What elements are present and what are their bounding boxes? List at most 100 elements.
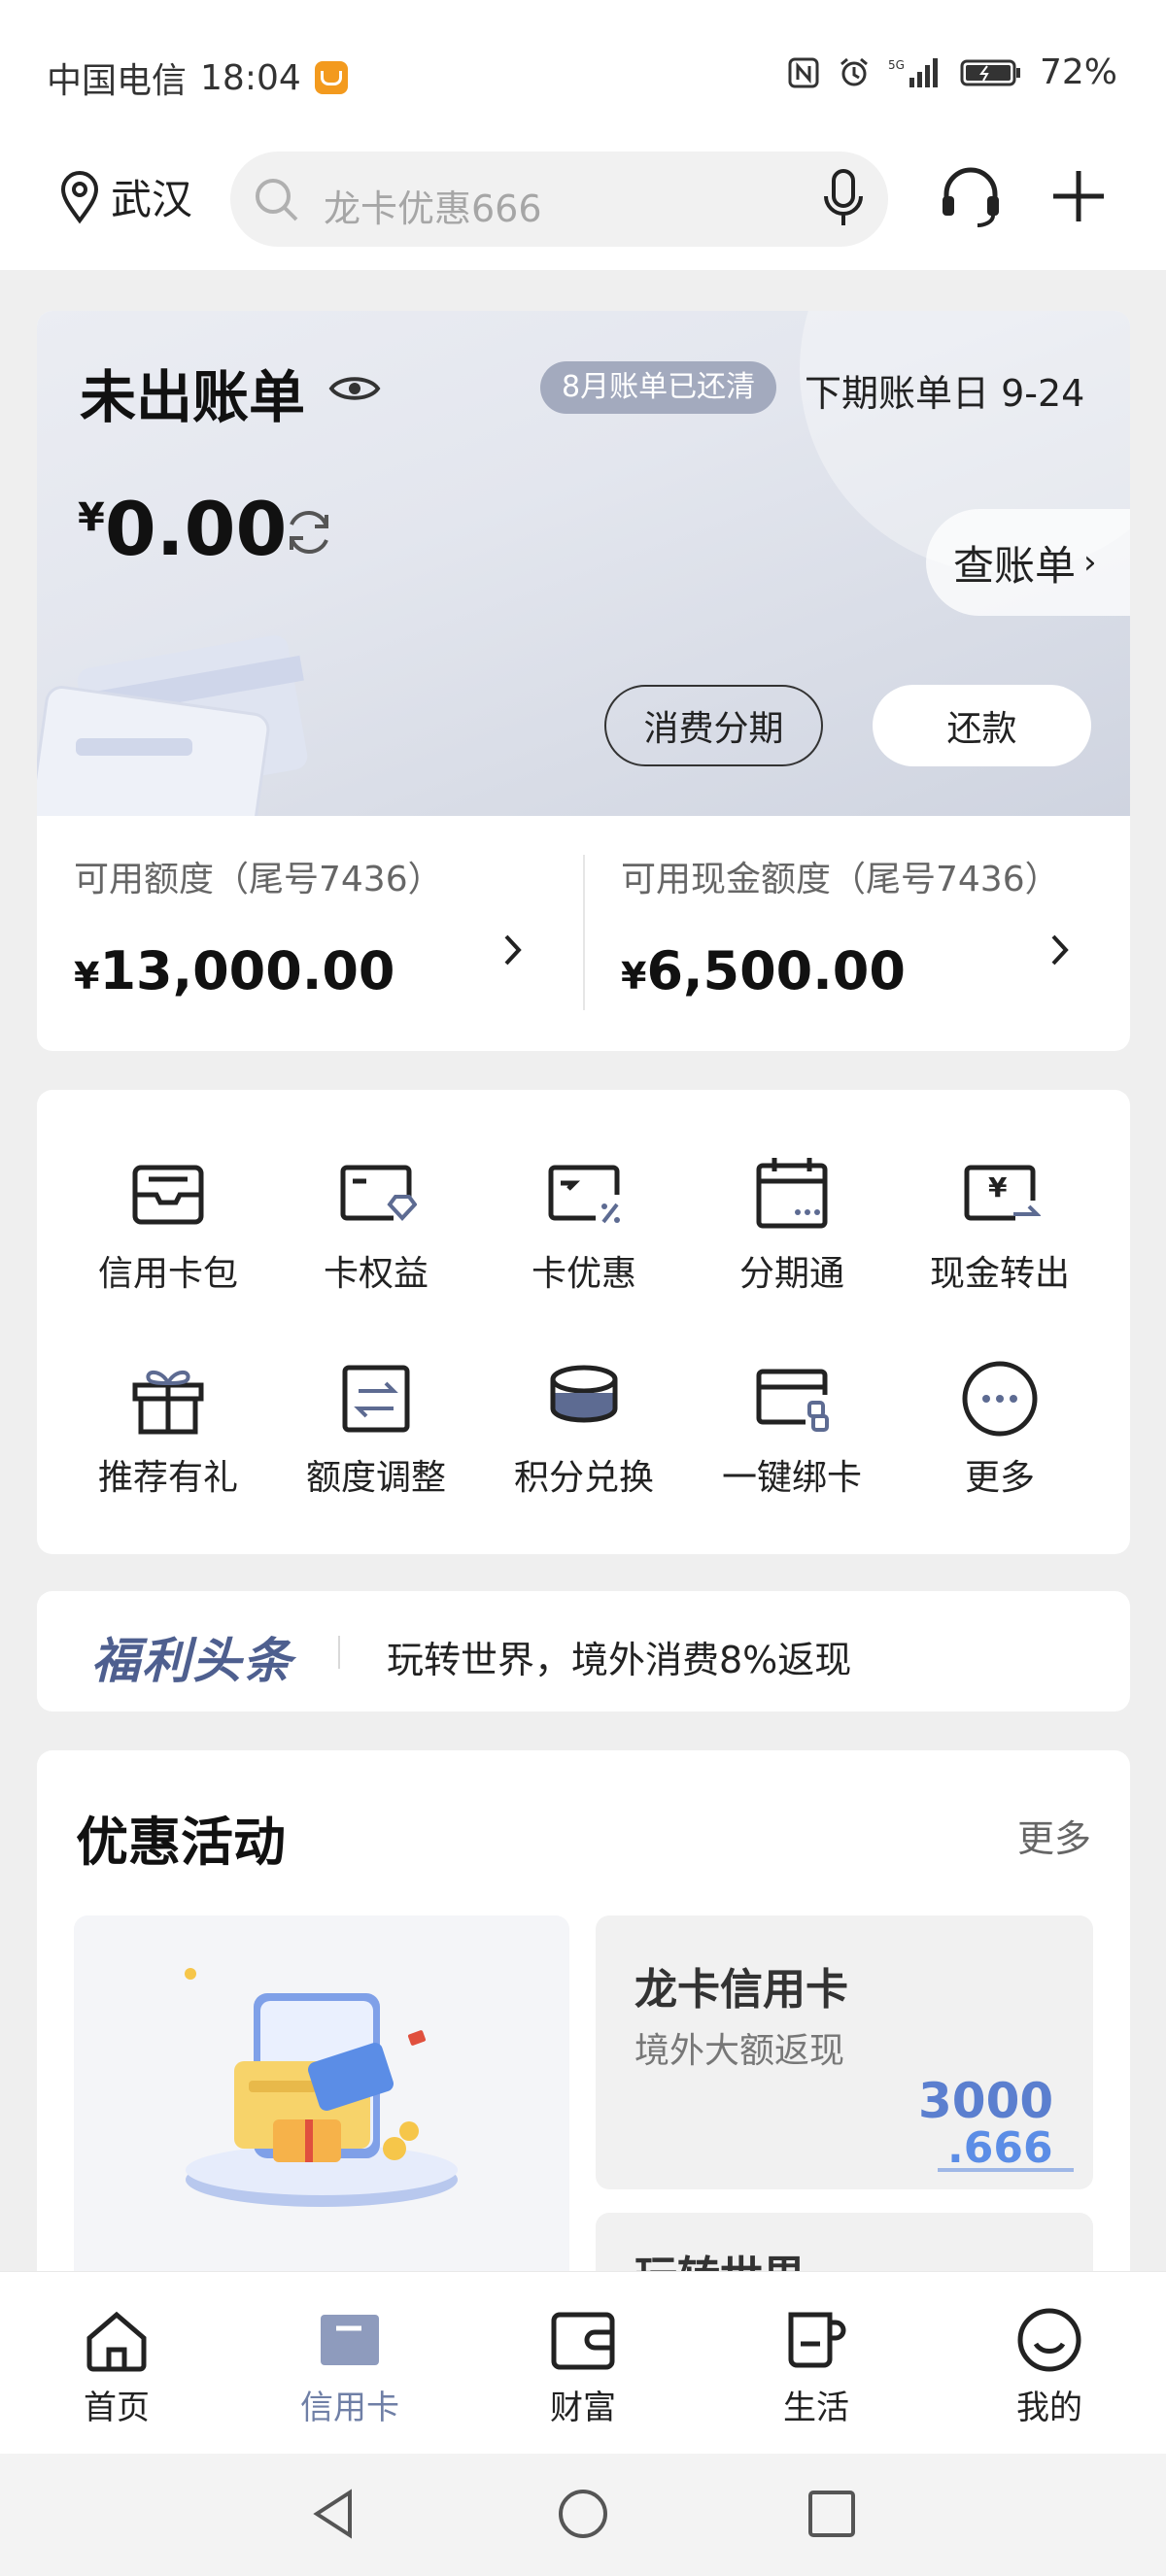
bind-card-icon	[756, 1369, 829, 1432]
next-bill-value: 9-24	[1001, 372, 1085, 415]
section-title: 优惠活动	[76, 1812, 286, 1873]
next-bill-date: 下期账单日 9-24	[805, 363, 1084, 417]
promo-logo-art: 3000 .666	[918, 2073, 1074, 2173]
paid-status-badge: 8月账单已还清	[540, 361, 777, 414]
shortcut-label: 额度调整	[305, 1458, 446, 1498]
shortcut-cash-out[interactable]: ¥ 现金转出	[896, 1154, 1104, 1296]
promo-card-longcard[interactable]: 龙卡信用卡 境外大额返现 3000 .666	[596, 1915, 1093, 2189]
promo-card-installment[interactable]: 手机分期送好礼	[74, 1915, 569, 2294]
shortcut-label: 现金转出	[929, 1254, 1070, 1294]
top-bar: 武汉 龙卡优惠666	[0, 146, 1166, 270]
check-bill-button[interactable]: 查账单 ›	[926, 509, 1130, 616]
more-link[interactable]: 更多	[1017, 1809, 1091, 1862]
search-placeholder: 龙卡优惠666	[324, 187, 542, 230]
bill-summary: 未出账单 8月账单已还清 下期账单日 9-24 ¥0.00 查账单 › 消费分期…	[37, 311, 1130, 816]
repay-button[interactable]: 还款	[873, 685, 1091, 766]
nav-label: 首页	[84, 2389, 150, 2427]
installment-button[interactable]: 消费分期	[604, 685, 823, 766]
recents-icon[interactable]	[805, 2487, 859, 2541]
svg-text:.666: .666	[947, 2123, 1053, 2173]
available-cash-credit[interactable]: 可用现金额度（尾号7436） ¥6,500.00	[584, 816, 1130, 1051]
available-credit[interactable]: 可用额度（尾号7436） ¥13,000.00	[37, 816, 583, 1051]
shortcut-card-wallet[interactable]: 信用卡包	[64, 1154, 272, 1296]
available-credit-value: ¥13,000.00	[74, 940, 395, 1001]
battery-icon	[960, 59, 1020, 85]
refresh-icon[interactable]	[282, 505, 336, 559]
add-icon[interactable]	[1049, 167, 1108, 225]
microphone-icon[interactable]	[822, 169, 865, 229]
cash-out-icon: ¥	[964, 1165, 1041, 1221]
cash-credit-amount: 6,500.00	[646, 940, 906, 1001]
signal-icon: 5G	[888, 57, 938, 87]
search-input[interactable]: 龙卡优惠666	[230, 152, 888, 247]
shortcut-card-discount[interactable]: 卡优惠	[480, 1154, 688, 1296]
headline-text: 玩转世界，境外消费8%返现	[387, 1639, 852, 1681]
nav-label: 信用卡	[300, 2389, 399, 2427]
gift-icon	[132, 1371, 204, 1435]
phone-gift-illustration	[185, 1968, 458, 2207]
promo-card-subtitle: 境外大额返现	[634, 2031, 845, 2071]
card-wallet-icon	[132, 1165, 204, 1225]
smile-icon	[1017, 2308, 1081, 2372]
clock: 18:04	[200, 57, 301, 98]
shortcut-label: 卡优惠	[531, 1254, 636, 1294]
cash-credit-value: ¥6,500.00	[621, 940, 906, 1001]
chevron-right-icon: ›	[1083, 543, 1097, 582]
status-bar-left: 中国电信 18:04	[47, 52, 348, 103]
nav-label: 财富	[550, 2389, 616, 2427]
back-icon[interactable]	[307, 2487, 361, 2541]
chevron-right-icon	[504, 934, 522, 966]
shortcut-bind-card[interactable]: 一键绑卡	[688, 1358, 896, 1500]
shortcut-adjust-limit[interactable]: 额度调整	[272, 1358, 480, 1500]
card-benefit-icon	[340, 1165, 417, 1221]
shortcut-points[interactable]: 积分兑换	[480, 1358, 688, 1500]
customer-service-icon[interactable]	[939, 165, 1003, 229]
shortcut-label: 推荐有礼	[97, 1458, 238, 1498]
location-selector[interactable]: 武汉	[58, 167, 192, 226]
carrier-name: 中国电信	[47, 61, 188, 101]
nav-mine[interactable]: 我的	[952, 2305, 1147, 2428]
search-icon	[256, 179, 298, 221]
available-credit-label: 可用额度（尾号7436）	[74, 860, 443, 899]
shortcut-label: 卡权益	[323, 1254, 429, 1294]
credit-cards-illustration	[37, 635, 308, 816]
nav-life[interactable]: 生活	[719, 2305, 913, 2428]
location-pin-icon	[60, 170, 99, 223]
status-bar-right: 5G 72%	[787, 52, 1117, 92]
nav-credit-card[interactable]: 信用卡	[253, 2305, 447, 2428]
shortcut-card-benefit[interactable]: 卡权益	[272, 1154, 480, 1296]
headline-brand: 福利头条	[91, 1633, 293, 1689]
coins-icon	[550, 1365, 618, 1423]
calendar-icon	[756, 1158, 828, 1229]
next-bill-label: 下期账单日	[805, 372, 990, 415]
bottom-navigation: 首页 信用卡 财富 生活 我的	[0, 2271, 1166, 2454]
shortcut-label: 分期通	[738, 1254, 844, 1294]
shortcut-more[interactable]: 更多	[896, 1358, 1104, 1500]
shortcut-label: 更多	[964, 1458, 1035, 1498]
divider	[338, 1636, 340, 1669]
cup-icon	[788, 2312, 846, 2368]
nav-label: 生活	[783, 2389, 849, 2427]
home-icon	[86, 2311, 147, 2372]
currency-symbol: ¥	[74, 955, 100, 998]
shortcut-label: 信用卡包	[97, 1254, 238, 1294]
welfare-headline[interactable]: 福利头条 玩转世界，境外消费8%返现	[37, 1591, 1130, 1712]
svg-text:3000: 3000	[918, 2073, 1053, 2129]
svg-text:5G: 5G	[888, 58, 905, 72]
svg-text:¥: ¥	[988, 1171, 1008, 1203]
shortcut-installment[interactable]: 分期通	[688, 1154, 896, 1296]
nav-wealth[interactable]: 财富	[486, 2305, 680, 2428]
nav-home[interactable]: 首页	[19, 2305, 214, 2428]
status-bar: 中国电信 18:04 5G 72%	[0, 0, 1166, 146]
eye-icon[interactable]	[328, 371, 381, 406]
home-circle-icon[interactable]	[556, 2487, 610, 2541]
currency-symbol: ¥	[78, 495, 105, 540]
card-discount-icon	[548, 1165, 620, 1224]
currency-symbol: ¥	[621, 955, 647, 998]
shortcut-panel: 信用卡包 卡权益 卡优惠 分期通 ¥ 现金转出 推荐有礼 额度调整 积分兑换 一…	[37, 1090, 1130, 1554]
check-bill-label: 查账单	[953, 541, 1077, 590]
promotions-section: 优惠活动 更多 手机分期送好礼 龙卡信用卡 境外大额返现 3000 .666	[37, 1750, 1130, 2294]
alarm-icon	[840, 57, 868, 85]
chevron-right-icon	[1051, 934, 1069, 966]
shortcut-referral[interactable]: 推荐有礼	[64, 1358, 272, 1500]
